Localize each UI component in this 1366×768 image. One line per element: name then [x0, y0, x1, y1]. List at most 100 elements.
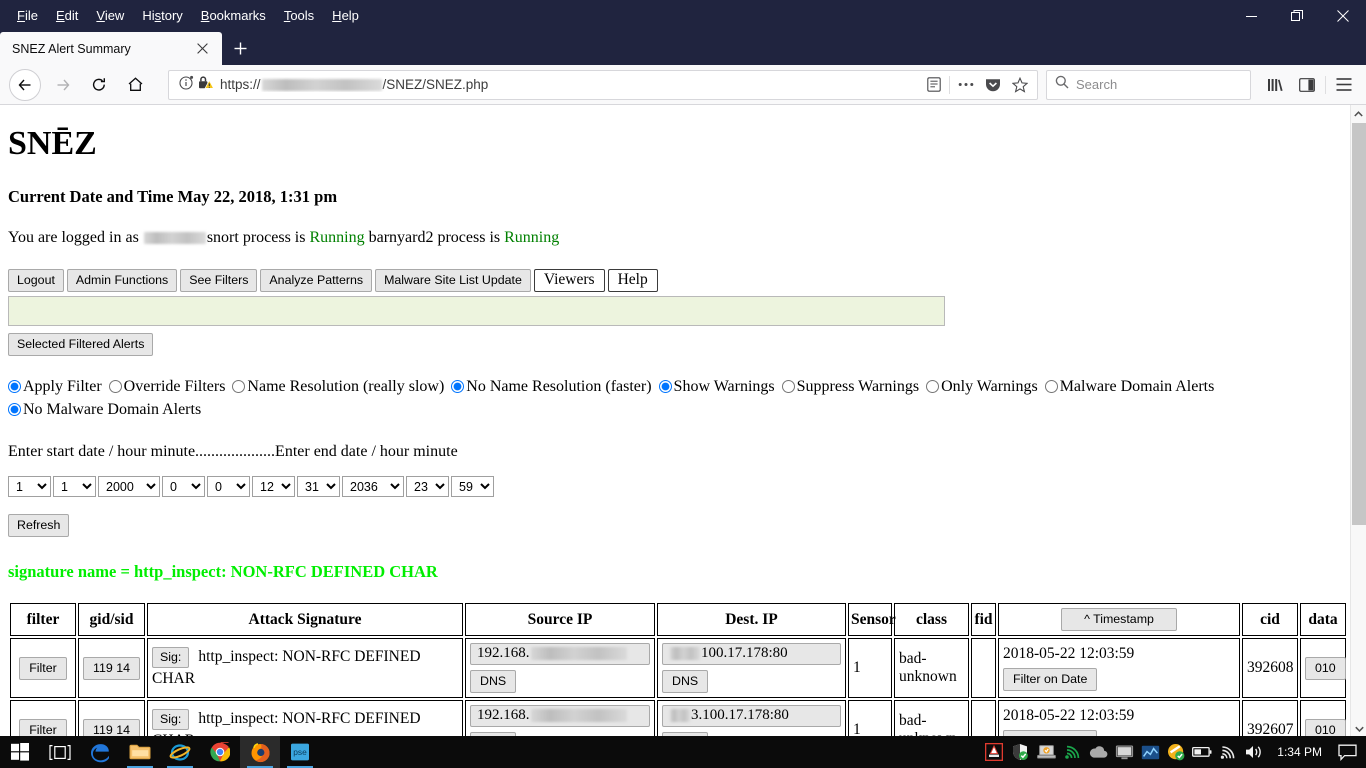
restore-icon[interactable] [1274, 0, 1320, 32]
start-icon[interactable] [0, 736, 40, 768]
radio-malware-domain-alerts[interactable]: Malware Domain Alerts [1045, 378, 1215, 395]
site-identity[interactable] [173, 75, 220, 95]
end-year-select[interactable]: 2036 [342, 476, 404, 497]
sig-tag-button[interactable]: Sig: [152, 709, 189, 730]
sidebar-icon[interactable] [1291, 69, 1323, 101]
row-data-button[interactable]: 010 [1305, 719, 1346, 738]
end-hour-select[interactable]: 23 [406, 476, 449, 497]
tab-snez-alert-summary[interactable]: SNEZ Alert Summary [0, 32, 222, 65]
library-icon[interactable] [1259, 69, 1291, 101]
network-monitor-icon[interactable] [1137, 736, 1163, 768]
scroll-down-arrow-icon[interactable] [1351, 720, 1366, 737]
search-input[interactable]: Search [1076, 77, 1117, 92]
minimize-icon[interactable] [1228, 0, 1274, 32]
radio-no-name-resolution-input[interactable] [451, 380, 464, 393]
selected-filtered-alerts-button[interactable]: Selected Filtered Alerts [8, 333, 153, 356]
radio-name-resolution[interactable]: Name Resolution (really slow) [232, 378, 444, 395]
radio-apply-filter-input[interactable] [8, 380, 21, 393]
start-year-select[interactable]: 2000 [98, 476, 160, 497]
search-bar[interactable]: Search [1046, 70, 1251, 100]
end-month-select[interactable]: 12 [252, 476, 295, 497]
menu-view[interactable]: View [87, 4, 133, 28]
bookmark-star-icon[interactable] [1006, 71, 1033, 99]
sig-tag-button[interactable]: Sig: [152, 647, 189, 668]
source-ip-button[interactable]: 192.168. [470, 705, 650, 727]
menu-edit[interactable]: Edit [47, 4, 87, 28]
menu-file[interactable]: File [8, 4, 47, 28]
new-tab-icon[interactable] [222, 32, 258, 65]
radio-only-warnings-input[interactable] [926, 380, 939, 393]
start-day-select[interactable]: 1 [53, 476, 96, 497]
file-explorer-icon[interactable] [120, 736, 160, 768]
row-data-button[interactable]: 010 [1305, 657, 1346, 680]
volume-icon[interactable] [1241, 736, 1267, 768]
dest-dns-button[interactable]: DNS [662, 670, 708, 693]
firefox-icon[interactable] [240, 736, 280, 768]
tab-close-icon[interactable] [192, 39, 212, 59]
radio-show-warnings-input[interactable] [659, 380, 672, 393]
row-filter-button[interactable]: Filter [19, 657, 67, 680]
edge-icon[interactable] [80, 736, 120, 768]
logout-button[interactable]: Logout [8, 269, 64, 292]
internet-explorer-icon[interactable] [160, 736, 200, 768]
radio-override-filters-input[interactable] [109, 380, 122, 393]
radio-malware-domain-alerts-input[interactable] [1045, 380, 1058, 393]
back-button[interactable] [6, 69, 44, 101]
address-bar[interactable]: https:///SNEZ/SNEZ.php [168, 70, 1038, 100]
vertical-scrollbar[interactable] [1350, 105, 1366, 737]
admin-functions-button[interactable]: Admin Functions [67, 269, 177, 292]
malware-site-list-update-button[interactable]: Malware Site List Update [375, 269, 531, 292]
page-actions-ellipsis-icon[interactable] [952, 71, 979, 99]
reload-button[interactable] [82, 69, 116, 101]
photoshop-elements-icon[interactable]: pse [280, 736, 320, 768]
help-button[interactable]: Help [608, 269, 658, 292]
hamburger-menu-icon[interactable] [1328, 69, 1360, 101]
forward-button[interactable] [46, 69, 80, 101]
menu-history[interactable]: History [133, 4, 191, 28]
lock-warning-icon[interactable] [198, 75, 214, 95]
timestamp-sort-button[interactable]: ^ Timestamp [1061, 608, 1177, 631]
start-minute-select[interactable]: 0 [207, 476, 250, 497]
action-center-icon[interactable] [1332, 736, 1362, 768]
start-hour-select[interactable]: 0 [162, 476, 205, 497]
viewers-button[interactable]: Viewers [534, 269, 605, 292]
radio-name-resolution-input[interactable] [232, 380, 245, 393]
radio-show-warnings[interactable]: Show Warnings [659, 378, 775, 395]
display-icon[interactable] [1111, 736, 1137, 768]
menu-bookmarks[interactable]: Bookmarks [192, 4, 275, 28]
security-shield-icon[interactable] [1007, 736, 1033, 768]
row-gid-sid-button[interactable]: 119 14 [83, 719, 140, 738]
task-view-icon[interactable] [40, 736, 80, 768]
reader-mode-icon[interactable] [920, 71, 947, 99]
filter-on-date-button[interactable]: Filter on Date [1003, 668, 1097, 691]
start-month-select[interactable]: 1 [8, 476, 51, 497]
pocket-icon[interactable] [979, 71, 1006, 99]
source-ip-button[interactable]: 192.168. [470, 643, 650, 665]
radio-no-malware-domain-alerts[interactable]: No Malware Domain Alerts [8, 401, 201, 418]
vlc-icon[interactable] [981, 736, 1007, 768]
source-dns-button[interactable]: DNS [470, 670, 516, 693]
analyze-patterns-button[interactable]: Analyze Patterns [260, 269, 372, 292]
radio-override-filters[interactable]: Override Filters [109, 378, 226, 395]
row-filter-button[interactable]: Filter [19, 719, 67, 738]
radio-no-name-resolution[interactable]: No Name Resolution (faster) [451, 378, 651, 395]
menu-tools[interactable]: Tools [275, 4, 323, 28]
scrollbar-thumb[interactable] [1352, 123, 1366, 525]
radio-apply-filter[interactable]: Apply Filter [8, 378, 102, 395]
end-day-select[interactable]: 31 [297, 476, 340, 497]
row-gid-sid-button[interactable]: 119 14 [83, 657, 140, 680]
wireless-icon[interactable] [1215, 736, 1241, 768]
scroll-up-arrow-icon[interactable] [1351, 105, 1366, 122]
antivirus-icon[interactable] [1163, 736, 1189, 768]
refresh-button[interactable]: Refresh [8, 514, 69, 537]
home-button[interactable] [118, 69, 152, 101]
taskbar-clock[interactable]: 1:34 PM [1267, 745, 1332, 759]
radio-suppress-warnings[interactable]: Suppress Warnings [782, 378, 919, 395]
wifi-signal-icon[interactable] [1059, 736, 1085, 768]
end-minute-select[interactable]: 59 [451, 476, 494, 497]
onedrive-icon[interactable] [1085, 736, 1111, 768]
dest-ip-button[interactable]: 3.100.17.178:80 [662, 705, 841, 727]
battery-icon[interactable] [1189, 736, 1215, 768]
menu-help[interactable]: Help [323, 4, 368, 28]
radio-suppress-warnings-input[interactable] [782, 380, 795, 393]
